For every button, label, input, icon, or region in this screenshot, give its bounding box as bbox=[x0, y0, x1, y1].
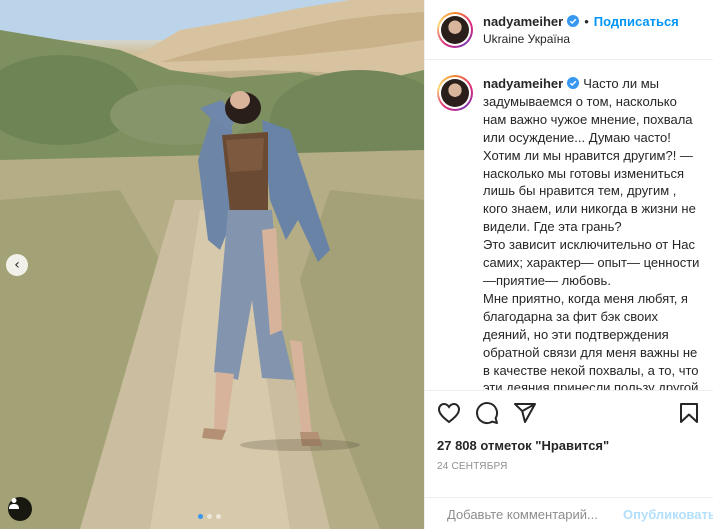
verified-badge-icon bbox=[567, 15, 580, 27]
carousel-dot bbox=[216, 514, 221, 519]
carousel-indicator bbox=[198, 514, 221, 519]
photo-scene bbox=[0, 0, 424, 529]
avatar[interactable] bbox=[437, 75, 473, 111]
post-date[interactable]: 24 СЕНТЯБРЯ bbox=[425, 461, 713, 472]
paper-plane-icon[interactable] bbox=[513, 401, 537, 425]
heart-icon[interactable] bbox=[437, 401, 461, 425]
comment-bubble-icon[interactable] bbox=[475, 401, 499, 425]
comment-form: Опубликовать bbox=[425, 497, 713, 529]
caption-text: nadyameiher Часто ли мы задумываемся о то… bbox=[483, 75, 701, 390]
verified-badge-icon bbox=[567, 77, 580, 89]
carousel-dot bbox=[207, 514, 212, 519]
username-link[interactable]: nadyameiher bbox=[483, 14, 563, 29]
tagged-users-button[interactable] bbox=[8, 497, 32, 521]
avatar[interactable] bbox=[437, 11, 473, 48]
post-header: nadyameiher • Подписаться Ukraine Україн… bbox=[425, 0, 713, 60]
post-sidebar: nadyameiher • Подписаться Ukraine Україн… bbox=[424, 0, 713, 529]
caption-body: Часто ли мы задумываемся о том, наскольк… bbox=[483, 76, 700, 390]
publish-button[interactable]: Опубликовать bbox=[623, 507, 713, 522]
location-link[interactable]: Ukraine Україна bbox=[483, 32, 679, 46]
chevron-left-icon: ‹ bbox=[14, 257, 20, 273]
post-actions-section: 27 808 отметок "Нравится" 24 СЕНТЯБРЯ Оп… bbox=[425, 390, 713, 522]
post-photo[interactable]: ‹ bbox=[0, 0, 424, 529]
caption-section: nadyameiher Часто ли мы задумываемся о то… bbox=[425, 61, 713, 390]
user-tag-icon bbox=[9, 498, 19, 509]
action-bar bbox=[425, 391, 713, 435]
caption-username-link[interactable]: nadyameiher bbox=[483, 76, 563, 91]
bookmark-icon[interactable] bbox=[677, 401, 701, 425]
carousel-prev-button[interactable]: ‹ bbox=[6, 254, 28, 276]
follow-button[interactable]: Подписаться bbox=[594, 14, 679, 29]
carousel-dot bbox=[198, 514, 203, 519]
likes-count[interactable]: 27 808 отметок "Нравится" bbox=[425, 435, 713, 457]
comment-input[interactable] bbox=[447, 507, 623, 522]
separator-dot: • bbox=[584, 13, 589, 29]
